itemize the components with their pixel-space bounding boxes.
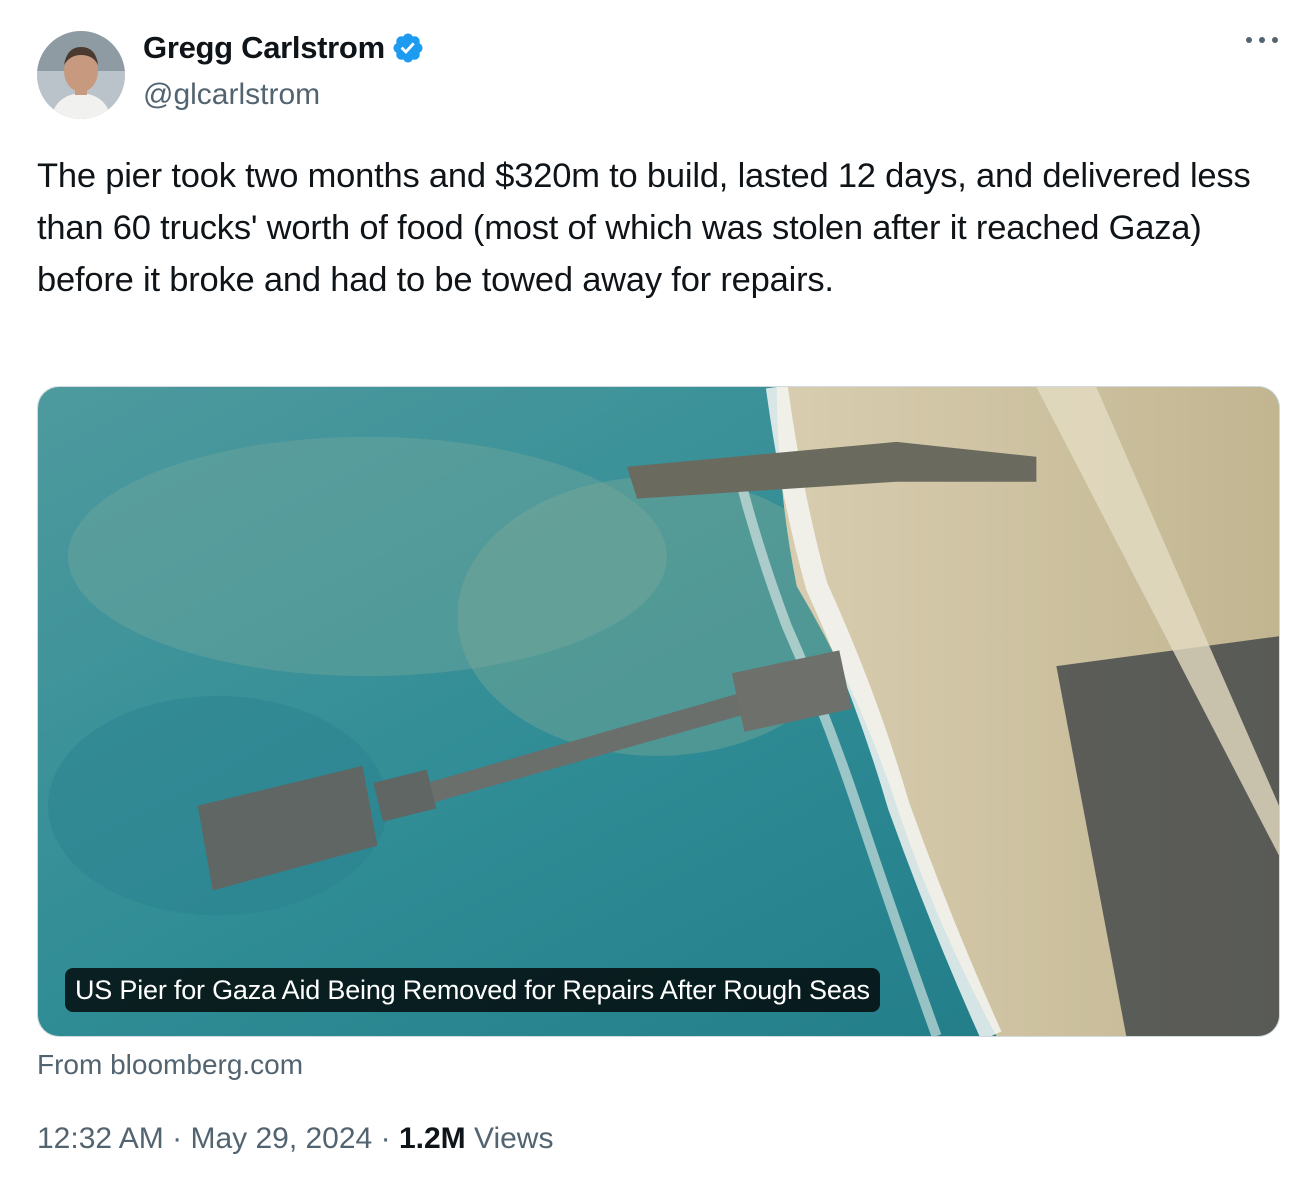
tweet-text: The pier took two months and $320m to bu… [37,157,1251,299]
views-count[interactable]: 1.2M [399,1122,466,1155]
avatar-image [37,31,125,119]
author-handle[interactable]: @glcarlstrom [143,78,320,112]
card-caption: US Pier for Gaza Aid Being Removed for R… [65,968,880,1012]
tweet: Gregg Carlstrom @glcarlstrom The pier to… [0,0,1300,1184]
card-image [38,387,1279,1036]
tweet-date[interactable]: May 29, 2024 [190,1122,372,1155]
tweet-time[interactable]: 12:32 AM [37,1122,164,1155]
link-card[interactable]: US Pier for Gaza Aid Being Removed for R… [37,386,1280,1037]
views-label: Views [473,1122,554,1155]
verified-check-icon[interactable] [391,31,425,65]
avatar[interactable] [37,31,125,119]
author-display-name[interactable]: Gregg Carlstrom [143,30,385,66]
card-source[interactable]: From bloomberg.com [37,1049,303,1081]
tweet-meta: 12:32 AM · May 29, 2024 · 1.2M Views [37,1122,553,1156]
author-name-row: Gregg Carlstrom [143,30,425,66]
more-options-icon[interactable] [1244,30,1280,50]
meta-separator: · [380,1122,391,1155]
meta-separator: · [172,1122,183,1155]
